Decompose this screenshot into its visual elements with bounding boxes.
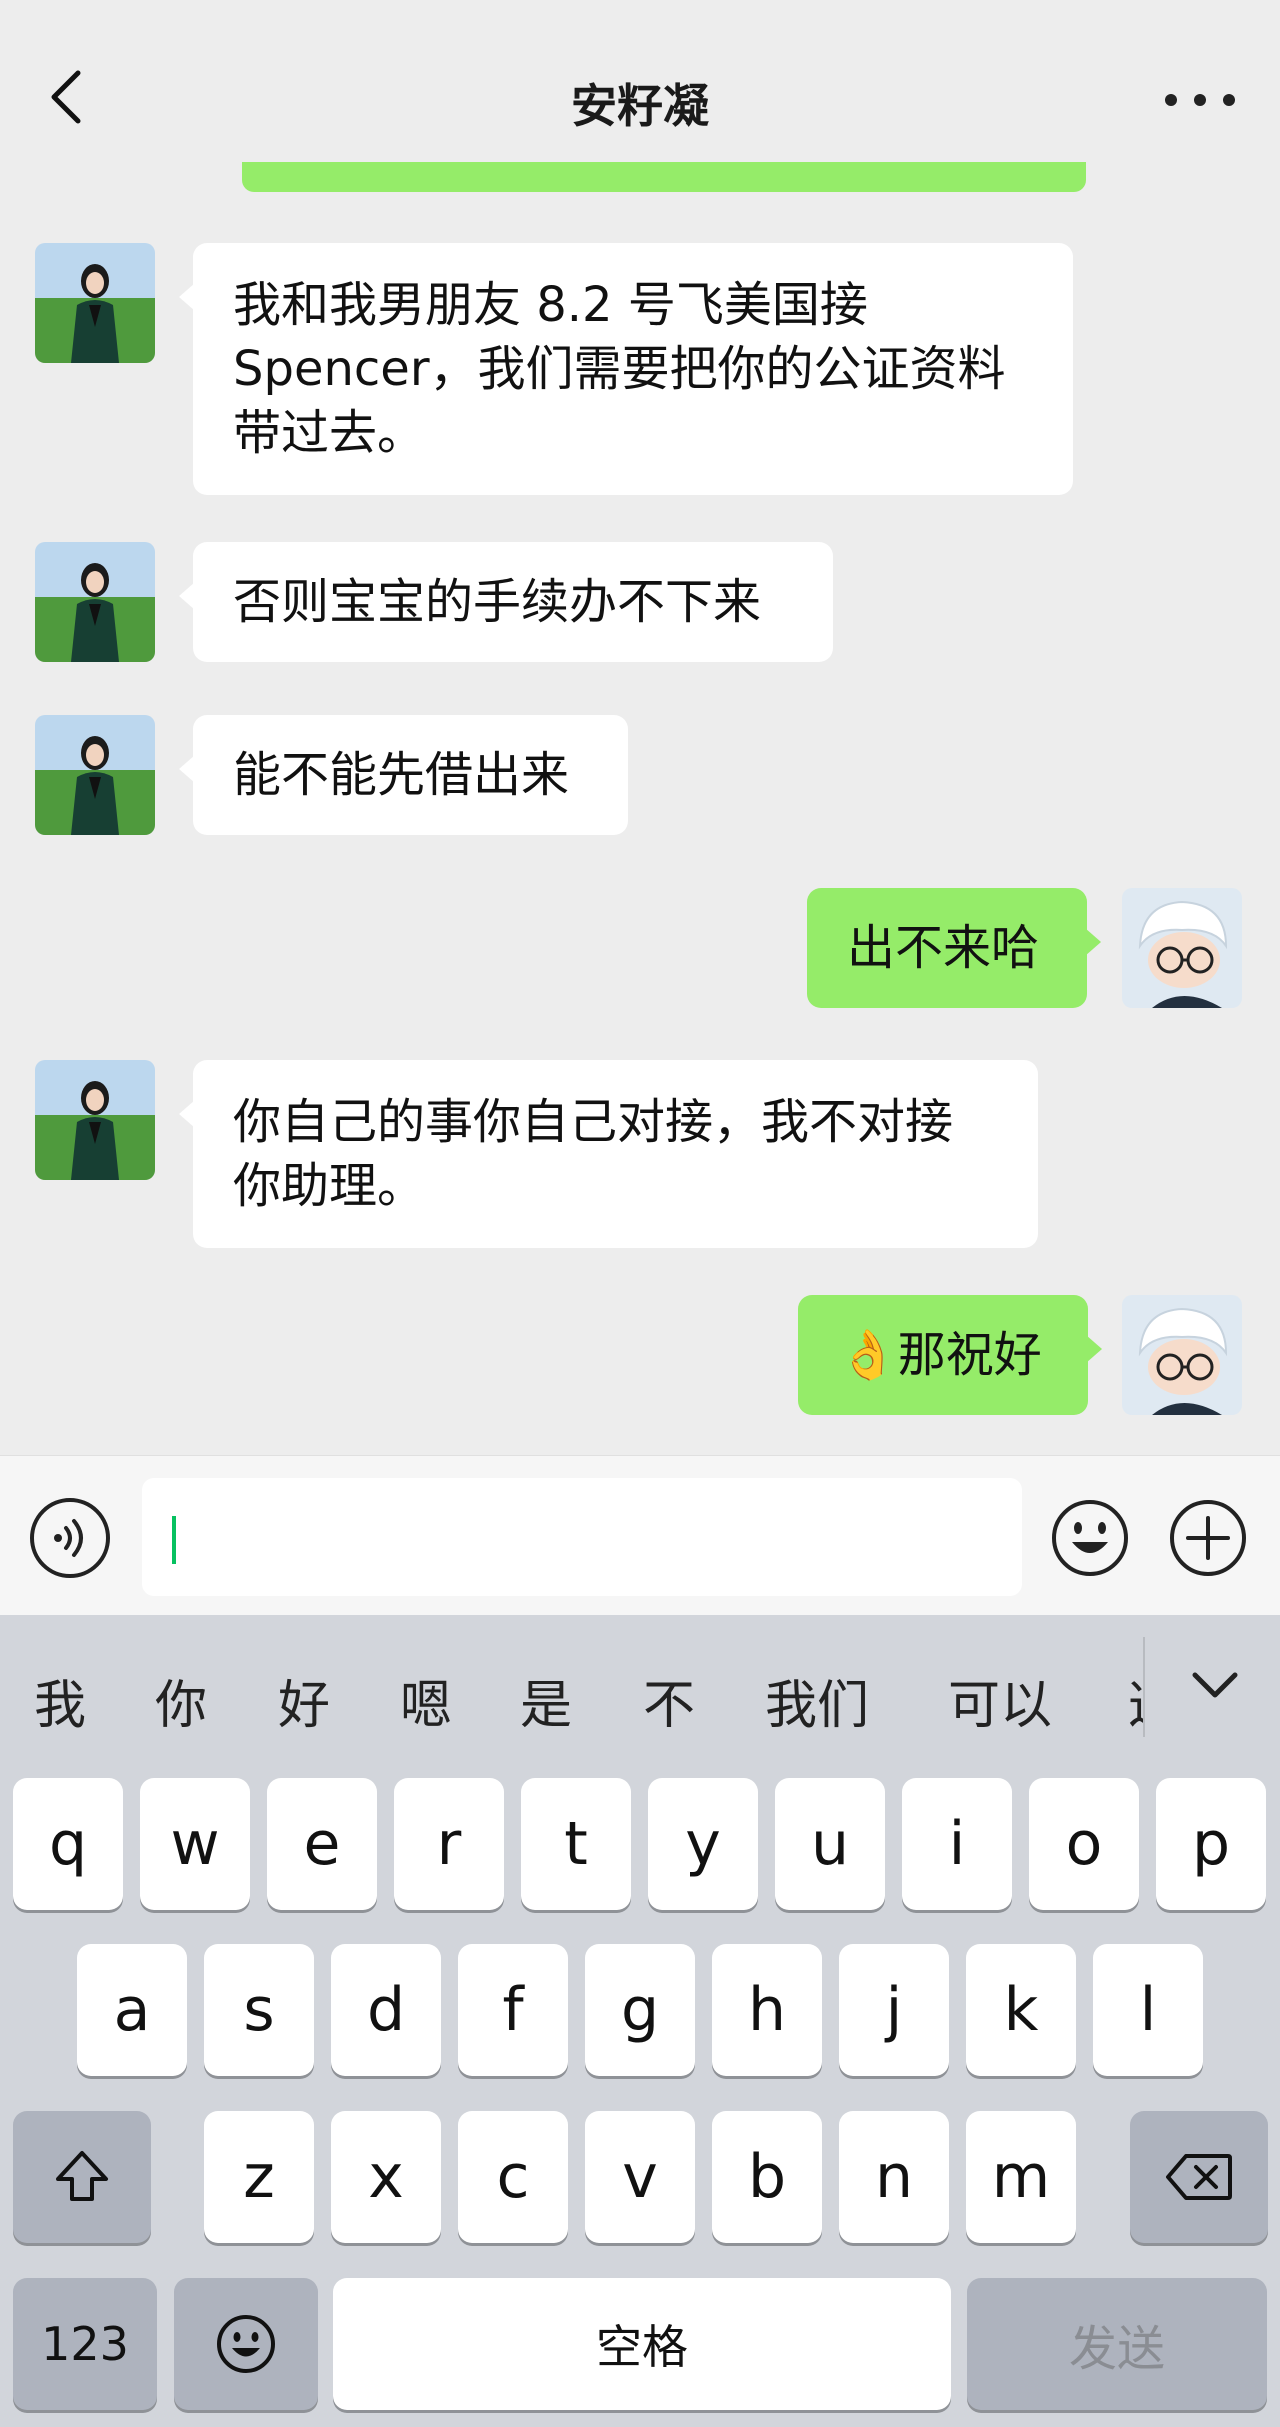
key-s[interactable]: s bbox=[204, 1944, 314, 2076]
keyboard: 我 你 好 嗯 是 不 我们 可以 这 q w e r t y u i o p … bbox=[0, 1615, 1280, 2427]
chat-title: 安籽凝 bbox=[571, 79, 709, 133]
message-bubble-incoming[interactable]: 你自己的事你自己对接，我不对接 你助理。 bbox=[179, 1060, 1038, 1248]
previous-message-bubble-edge bbox=[242, 162, 1086, 192]
key-p[interactable]: p bbox=[1156, 1778, 1266, 1910]
emoji-button[interactable] bbox=[1050, 1498, 1130, 1578]
key-w[interactable]: w bbox=[140, 1778, 250, 1910]
more-dots-icon bbox=[1165, 94, 1177, 106]
contact-avatar-image bbox=[35, 715, 155, 835]
message-bubble-incoming[interactable]: 我和我男朋友 8.2 号飞美国接 Spencer，我们需要把你的公证资料 带过去… bbox=[179, 243, 1073, 495]
candidate-word[interactable]: 你 bbox=[155, 1663, 207, 1738]
message-bubble-incoming[interactable]: 否则宝宝的手续办不下来 bbox=[179, 542, 833, 662]
my-avatar[interactable] bbox=[1122, 1295, 1242, 1415]
key-r[interactable]: r bbox=[394, 1778, 504, 1910]
shift-key[interactable] bbox=[13, 2111, 151, 2243]
candidate-word[interactable]: 这 bbox=[1128, 1663, 1143, 1738]
key-l[interactable]: l bbox=[1093, 1944, 1203, 2076]
contact-avatar-image bbox=[35, 243, 155, 363]
key-h[interactable]: h bbox=[712, 1944, 822, 2076]
message-input-bar bbox=[0, 1455, 1280, 1615]
collapse-candidates-button[interactable] bbox=[1180, 1655, 1250, 1715]
contact-avatar[interactable] bbox=[35, 243, 155, 363]
key-e[interactable]: e bbox=[267, 1778, 377, 1910]
candidate-word[interactable]: 是 bbox=[520, 1663, 572, 1738]
contact-avatar[interactable] bbox=[35, 715, 155, 835]
candidate-word[interactable]: 我 bbox=[34, 1663, 86, 1738]
numbers-key[interactable]: 123 bbox=[13, 2278, 157, 2410]
key-j[interactable]: j bbox=[839, 1944, 949, 2076]
send-key[interactable]: 发送 bbox=[967, 2278, 1267, 2410]
voice-input-button[interactable] bbox=[30, 1498, 110, 1578]
key-b[interactable]: b bbox=[712, 2111, 822, 2243]
message-bubble-outgoing[interactable]: 出不来哈 bbox=[807, 888, 1101, 1008]
delete-key[interactable] bbox=[1130, 2111, 1268, 2243]
key-o[interactable]: o bbox=[1029, 1778, 1139, 1910]
candidate-word[interactable]: 不 bbox=[643, 1663, 695, 1738]
send-key-label: 发送 bbox=[1068, 2321, 1165, 2377]
contact-avatar[interactable] bbox=[35, 542, 155, 662]
smiley-icon bbox=[217, 2315, 275, 2373]
key-v[interactable]: v bbox=[585, 2111, 695, 2243]
contact-avatar[interactable] bbox=[35, 1060, 155, 1180]
key-i[interactable]: i bbox=[902, 1778, 1012, 1910]
more-dot bbox=[1194, 94, 1206, 106]
key-m[interactable]: m bbox=[966, 2111, 1076, 2243]
key-u[interactable]: u bbox=[775, 1778, 885, 1910]
key-k[interactable]: k bbox=[966, 1944, 1076, 2076]
key-y[interactable]: y bbox=[648, 1778, 758, 1910]
emoji-key[interactable] bbox=[174, 2278, 318, 2410]
smiley-icon bbox=[1052, 1500, 1128, 1576]
message-text-field[interactable] bbox=[142, 1478, 1022, 1596]
key-a[interactable]: a bbox=[77, 1944, 187, 2076]
candidate-word[interactable]: 嗯 bbox=[400, 1663, 452, 1738]
candidate-word[interactable]: 我们 bbox=[765, 1663, 869, 1738]
candidate-word[interactable]: 可以 bbox=[948, 1663, 1052, 1738]
key-q[interactable]: q bbox=[13, 1778, 123, 1910]
key-d[interactable]: d bbox=[331, 1944, 441, 2076]
key-f[interactable]: f bbox=[458, 1944, 568, 2076]
backspace-icon bbox=[1166, 2154, 1232, 2200]
candidate-bar: 我 你 好 嗯 是 不 我们 可以 这 bbox=[0, 1615, 1280, 1765]
key-g[interactable]: g bbox=[585, 1944, 695, 2076]
my-avatar[interactable] bbox=[1122, 888, 1242, 1008]
more-functions-button[interactable] bbox=[1168, 1498, 1248, 1578]
candidate-word[interactable]: 好 bbox=[278, 1663, 330, 1738]
more-options-button[interactable] bbox=[1165, 80, 1235, 120]
chat-header: 安籽凝 bbox=[0, 0, 1280, 200]
text-caret bbox=[172, 1516, 176, 1564]
key-t[interactable]: t bbox=[521, 1778, 631, 1910]
my-avatar-image bbox=[1122, 1295, 1242, 1415]
key-z[interactable]: z bbox=[204, 2111, 314, 2243]
key-c[interactable]: c bbox=[458, 2111, 568, 2243]
chevron-down-icon bbox=[1192, 1672, 1238, 1698]
contact-avatar-image bbox=[35, 542, 155, 662]
space-key[interactable]: 空格 bbox=[333, 2278, 951, 2410]
message-bubble-outgoing[interactable]: 👌那祝好 bbox=[798, 1295, 1102, 1415]
shift-arrow-icon bbox=[56, 2151, 108, 2201]
voice-icon bbox=[54, 1519, 83, 1557]
more-dot bbox=[1223, 94, 1235, 106]
key-x[interactable]: x bbox=[331, 2111, 441, 2243]
plus-circle-icon bbox=[1170, 1500, 1246, 1576]
candidate-divider bbox=[1143, 1637, 1145, 1737]
my-avatar-image bbox=[1122, 888, 1242, 1008]
key-n[interactable]: n bbox=[839, 2111, 949, 2243]
message-bubble-incoming[interactable]: 能不能先借出来 bbox=[179, 715, 628, 835]
contact-avatar-image bbox=[35, 1060, 155, 1180]
